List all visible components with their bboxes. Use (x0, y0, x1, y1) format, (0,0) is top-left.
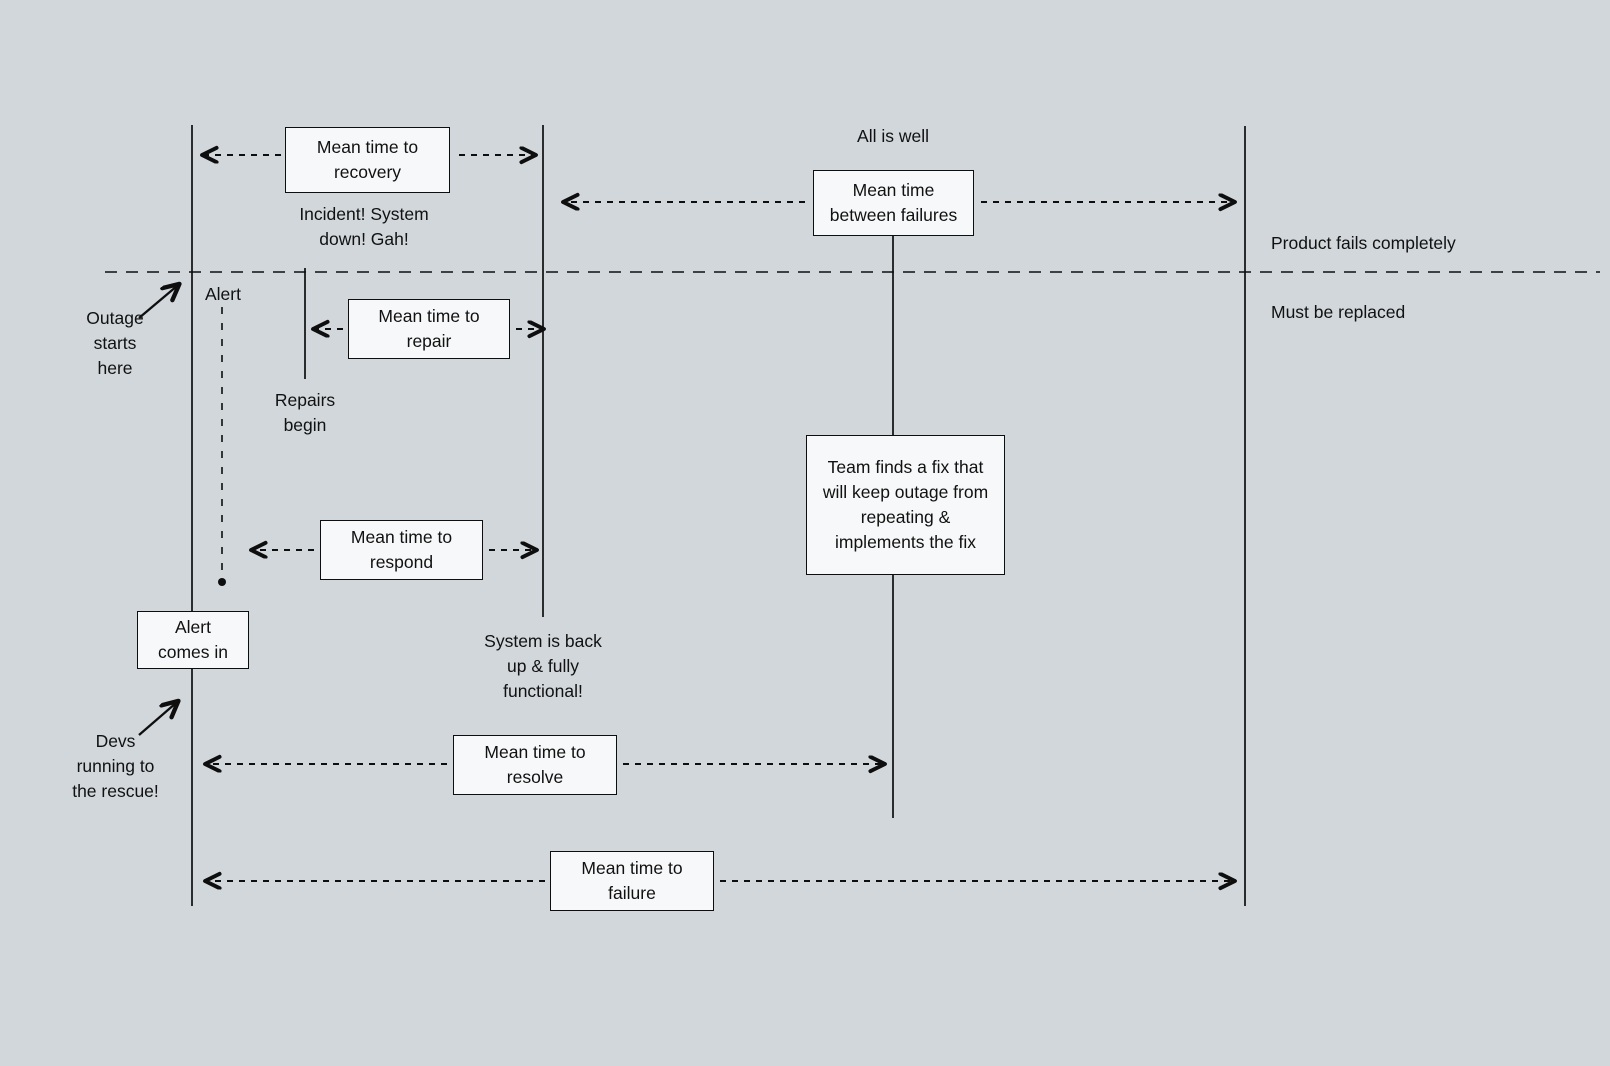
label-outage-starts-here: Outage starts here (86, 308, 144, 378)
label-product-fails-completely: Product fails completely (1271, 233, 1456, 253)
diagram-canvas: Mean time to recovery Mean time between … (0, 0, 1610, 1066)
box-mean-time-to-resolve[interactable]: Mean time to resolve (453, 735, 617, 795)
diagram-lines-layer (105, 125, 1600, 906)
box-label: Mean time to resolve (484, 742, 586, 787)
label-repairs-begin: Repairs begin (274, 390, 336, 435)
label-incident-system-down: Incident! System down! Gah! (299, 204, 429, 249)
box-mean-time-to-respond[interactable]: Mean time to respond (320, 520, 483, 580)
label-all-is-well: All is well (857, 126, 929, 146)
box-label: Alert comes in (157, 617, 229, 662)
box-mean-time-between-failures[interactable]: Mean time between failures (813, 170, 974, 236)
box-label: Mean time to recovery (316, 137, 419, 182)
dot-marker-icon (218, 578, 226, 586)
box-label: Mean time between failures (829, 180, 958, 225)
box-team-finds-fix[interactable]: Team finds a fix that will keep outage f… (806, 435, 1005, 575)
label-alert: Alert (205, 284, 241, 304)
label-must-be-replaced: Must be replaced (1271, 302, 1406, 322)
box-mean-time-to-recovery[interactable]: Mean time to recovery (285, 127, 450, 193)
label-devs-running-to-rescue: Devs running to the rescue! (72, 731, 159, 801)
box-label: Mean time to respond (350, 527, 453, 572)
box-label: Mean time to repair (378, 306, 480, 351)
label-system-back-up: System is back up & fully functional! (484, 631, 602, 701)
box-alert-comes-in[interactable]: Alert comes in (137, 611, 249, 669)
box-label: Team finds a fix that will keep outage f… (822, 457, 989, 552)
box-label: Mean time to failure (581, 858, 683, 903)
box-mean-time-to-failure[interactable]: Mean time to failure (550, 851, 714, 911)
box-mean-time-to-repair[interactable]: Mean time to repair (348, 299, 510, 359)
